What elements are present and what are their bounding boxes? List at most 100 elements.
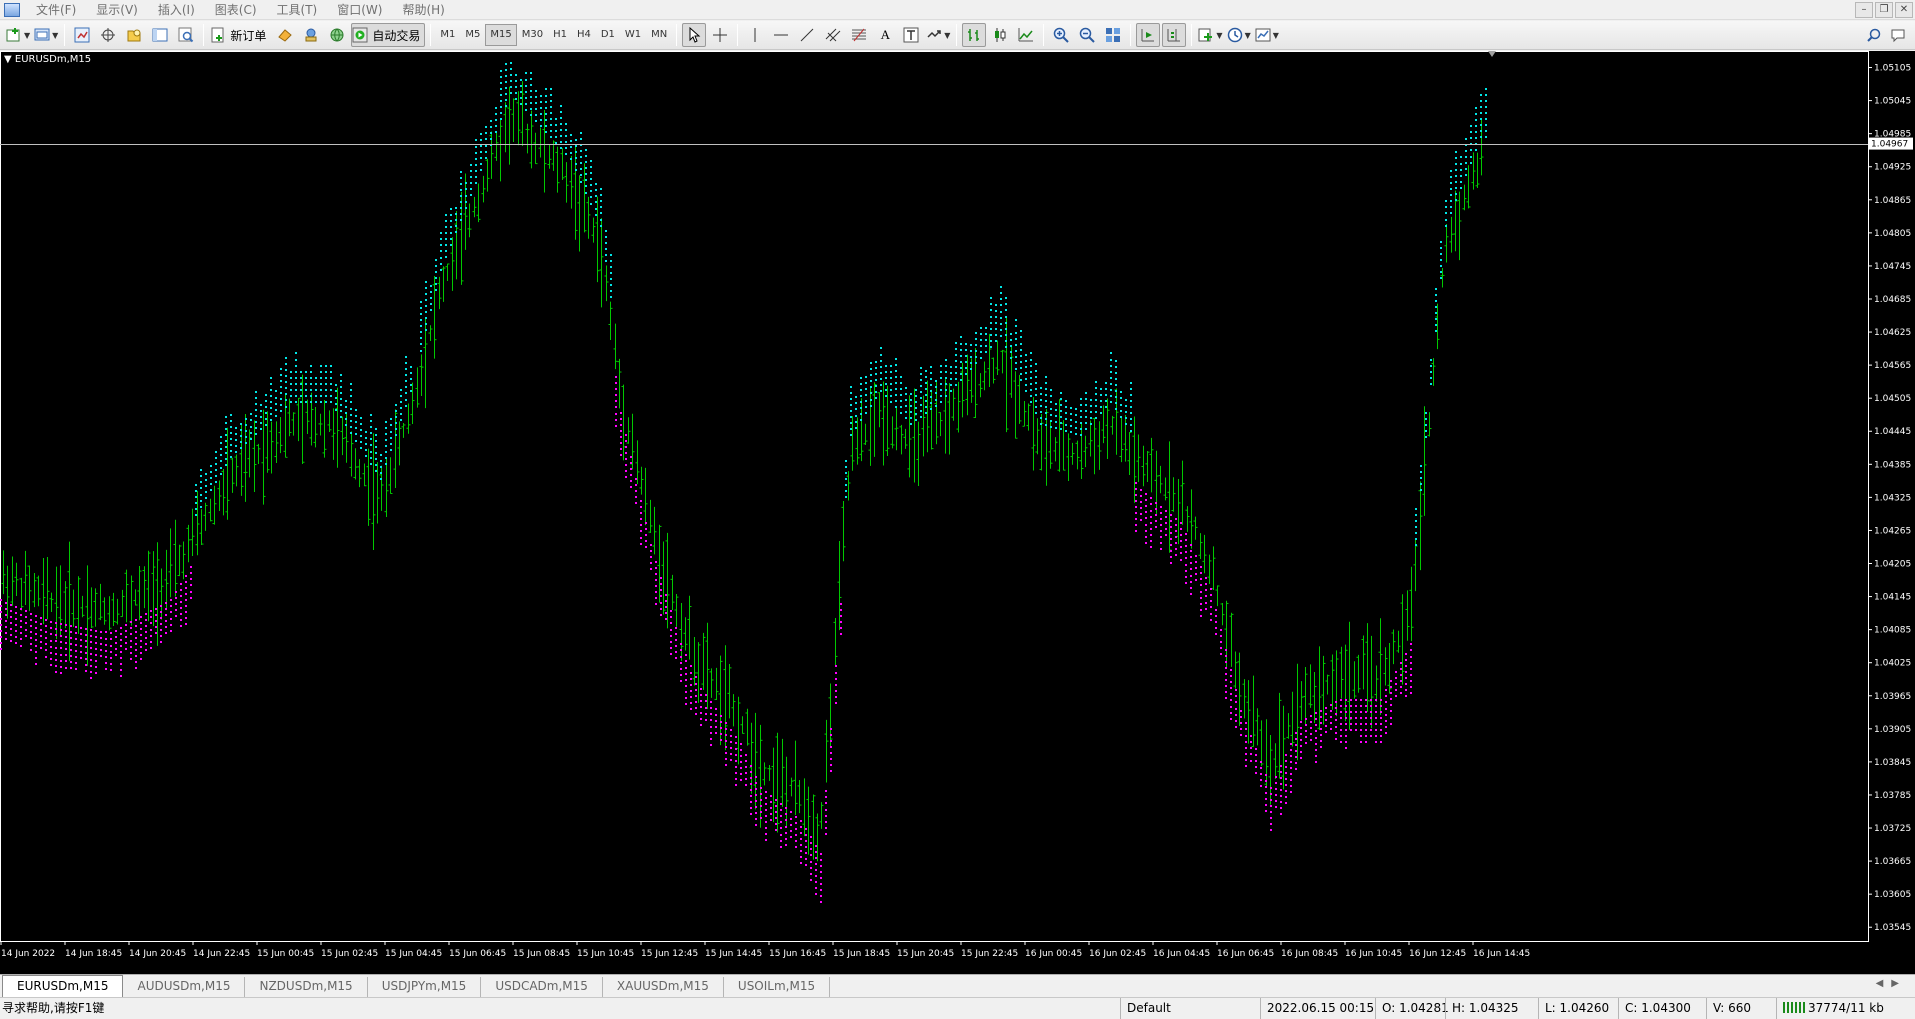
- menu-file[interactable]: 文件(F): [26, 0, 86, 20]
- signals-button[interactable]: [299, 23, 323, 47]
- status-profile[interactable]: Default: [1120, 998, 1260, 1019]
- menu-help[interactable]: 帮助(H): [392, 0, 454, 20]
- bullish-signal-dot: [1415, 532, 1417, 534]
- equidistant-channel-button[interactable]: [821, 23, 845, 47]
- tab-usdcadm[interactable]: USDCADm,M15: [481, 977, 603, 997]
- menu-insert[interactable]: 插入(I): [148, 0, 205, 20]
- text-label-button[interactable]: [899, 23, 923, 47]
- bullish-signal-dot: [200, 494, 202, 496]
- chat-button[interactable]: [1886, 23, 1910, 47]
- timeframe-d1[interactable]: D1: [596, 24, 620, 46]
- menu-tools[interactable]: 工具(T): [267, 0, 328, 20]
- indicators-button[interactable]: ▼: [1197, 23, 1223, 47]
- navigator-button[interactable]: [122, 23, 146, 47]
- bearish-signal-dot: [675, 639, 677, 641]
- chevron-down-icon[interactable]: ▼: [1273, 31, 1279, 40]
- chart-window[interactable]: 1.05105 1.05045 1.04985 1.04925 1.04865 1.048…: [0, 51, 1915, 974]
- bullish-signal-dot: [1090, 399, 1092, 401]
- bearish-signal-dot: [1315, 743, 1317, 745]
- profiles-button[interactable]: ▼: [33, 23, 59, 47]
- restore-icon[interactable]: ❐: [1875, 2, 1893, 18]
- bullish-signal-dot: [1110, 377, 1112, 379]
- bullish-signal-dot: [1480, 106, 1482, 108]
- menu-view[interactable]: 显示(V): [86, 0, 148, 20]
- chart-menu-triangle-icon[interactable]: ▼: [4, 54, 12, 65]
- bullish-signal-dot: [455, 225, 457, 227]
- terminal-button[interactable]: [148, 23, 172, 47]
- market-button[interactable]: [325, 23, 349, 47]
- bullish-signal-dot: [1020, 367, 1022, 369]
- strategy-tester-button[interactable]: [174, 23, 198, 47]
- bearish-signal-dot: [1175, 524, 1177, 526]
- bar-chart-button[interactable]: [962, 23, 987, 47]
- close-icon[interactable]: ✕: [1895, 2, 1913, 18]
- bullish-signal-dot: [405, 380, 407, 382]
- data-window-button[interactable]: [96, 23, 120, 47]
- chevron-down-icon[interactable]: ▼: [1245, 31, 1251, 40]
- cursor-button[interactable]: [682, 23, 707, 47]
- tab-usoilm[interactable]: USOILm,M15: [724, 977, 831, 997]
- autoscroll-button[interactable]: [1136, 23, 1161, 47]
- bearish-signal-dot: [1280, 813, 1282, 815]
- auto-trading-button[interactable]: 自动交易: [351, 23, 426, 47]
- tab-usdjpym[interactable]: USDJPYm,M15: [368, 977, 482, 997]
- vertical-line-button[interactable]: [743, 23, 767, 47]
- bearish-signal-dot: [1275, 788, 1277, 790]
- crosshair-button[interactable]: [708, 23, 732, 47]
- tab-nzdusdm[interactable]: NZDUSDm,M15: [245, 977, 368, 997]
- trendline-button[interactable]: [795, 23, 819, 47]
- bearish-signal-dot: [660, 577, 662, 579]
- timeframe-h1[interactable]: H1: [548, 24, 572, 46]
- timeframe-m30[interactable]: M30: [517, 24, 548, 46]
- timeframe-h4[interactable]: H4: [572, 24, 596, 46]
- bearish-signal-dot: [680, 643, 682, 645]
- tile-windows-button[interactable]: [1101, 23, 1125, 47]
- zoom-out-button[interactable]: [1075, 23, 1099, 47]
- chevron-down-icon[interactable]: ▼: [944, 31, 950, 40]
- tab-xauusdm[interactable]: XAUUSDm,M15: [603, 977, 724, 997]
- search-button[interactable]: [1862, 23, 1886, 47]
- new-order-button[interactable]: 新订单: [209, 23, 271, 47]
- bullish-signal-dot: [200, 487, 202, 489]
- tab-scroll-arrows-icon[interactable]: ◀▶: [1876, 978, 1907, 989]
- tab-eurusdm[interactable]: EURUSDm,M15: [2, 975, 124, 997]
- periods-button[interactable]: ▼: [1226, 23, 1252, 47]
- new-chart-button[interactable]: ▼: [5, 23, 31, 47]
- bullish-signal-dot: [475, 182, 477, 184]
- metaeditor-button[interactable]: [273, 23, 297, 47]
- horizontal-line-button[interactable]: [769, 23, 793, 47]
- tab-audusdm[interactable]: AUDUSDm,M15: [123, 977, 246, 997]
- fibonacci-button[interactable]: [847, 23, 871, 47]
- zoom-in-button[interactable]: [1049, 23, 1073, 47]
- timeframe-m15[interactable]: M15: [485, 24, 517, 46]
- timeframe-mn[interactable]: MN: [646, 24, 672, 46]
- bearish-signal-dot: [1295, 738, 1297, 740]
- minimize-icon[interactable]: –: [1855, 2, 1873, 18]
- timeframe-m1[interactable]: M1: [435, 24, 460, 46]
- menu-window[interactable]: 窗口(W): [327, 0, 392, 20]
- arrows-button[interactable]: ▼: [925, 23, 951, 47]
- chevron-down-icon[interactable]: ▼: [24, 31, 30, 40]
- bearish-signal-dot: [795, 840, 797, 842]
- bullish-signal-dot: [355, 415, 357, 417]
- market-watch-button[interactable]: [70, 23, 94, 47]
- chevron-down-icon[interactable]: ▼: [1216, 31, 1222, 40]
- price-chart[interactable]: 1.051051.050451.049851.049251.048651.048…: [0, 51, 1915, 974]
- templates-button[interactable]: ▼: [1254, 23, 1280, 47]
- line-chart-button[interactable]: [1014, 23, 1038, 47]
- bearish-signal-dot: [1145, 499, 1147, 501]
- bullish-signal-dot: [320, 371, 322, 373]
- timeframe-m5[interactable]: M5: [460, 24, 485, 46]
- candlestick-button[interactable]: [988, 23, 1012, 47]
- bullish-signal-dot: [940, 395, 942, 397]
- bearish-signal-dot: [80, 645, 82, 647]
- bullish-signal-dot: [1440, 277, 1442, 279]
- timeframe-w1[interactable]: W1: [620, 24, 646, 46]
- bullish-signal-dot: [395, 422, 397, 424]
- chart-shift-button[interactable]: [1162, 23, 1187, 47]
- chevron-down-icon[interactable]: ▼: [52, 31, 58, 40]
- bearish-signal-dot: [835, 678, 837, 680]
- text-button[interactable]: A: [873, 23, 897, 47]
- bullish-signal-dot: [445, 220, 447, 222]
- menu-charts[interactable]: 图表(C): [205, 0, 267, 20]
